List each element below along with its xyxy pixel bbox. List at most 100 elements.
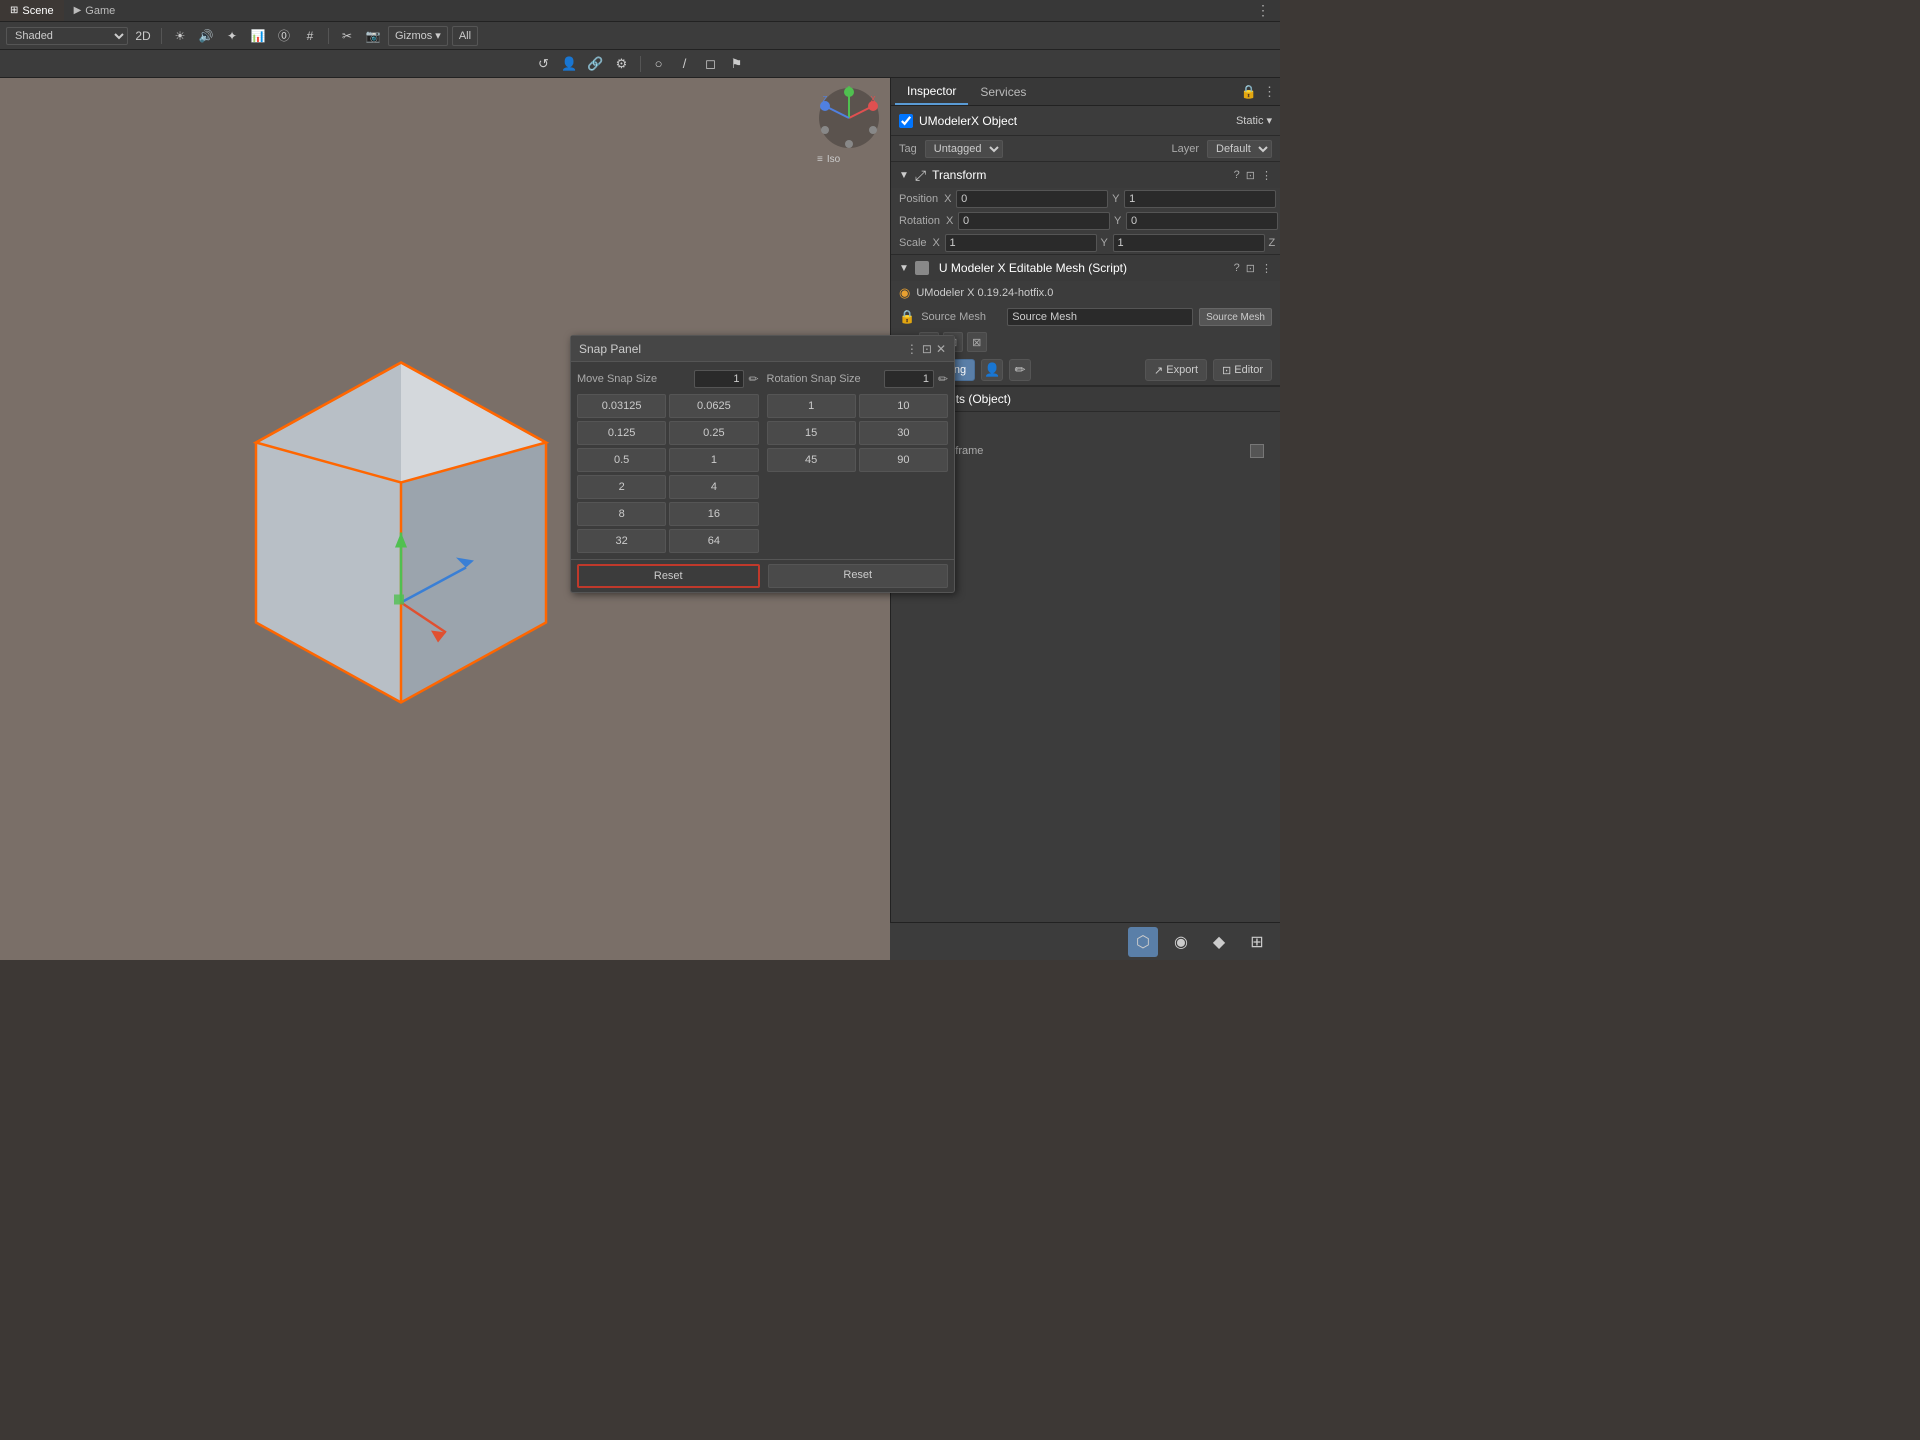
editor-btn[interactable]: ⊡ Editor [1213, 359, 1272, 381]
rot-val-3[interactable]: 30 [859, 421, 948, 445]
pos-y-input[interactable] [1124, 190, 1276, 208]
shading-select[interactable]: ShadedWireframeShaded Wireframe [6, 27, 128, 45]
audio-btn[interactable]: 🔊 [195, 26, 217, 46]
axis-gizmo[interactable]: X Y Z ≡ Iso [817, 86, 882, 165]
tab-scene-label: Scene [22, 5, 53, 17]
snap-reset-right-btn[interactable]: Reset [768, 564, 949, 588]
source-mesh-btn[interactable]: Source Mesh [1199, 308, 1272, 326]
snap-panel: Snap Panel ⋮ ⊡ ✕ Move Snap Size ✏ 0.0312… [570, 335, 955, 593]
tab-inspector[interactable]: Inspector [895, 78, 968, 105]
tab-services[interactable]: Services [968, 78, 1038, 105]
snap-body: Move Snap Size ✏ 0.03125 0.0625 0.125 0.… [571, 362, 954, 559]
source-mesh-field[interactable]: Source Mesh [1007, 308, 1193, 326]
circle-btn[interactable]: ○ [648, 54, 670, 74]
script-preset-btn[interactable]: ⊡ [1246, 262, 1255, 275]
tabs-menu-btn[interactable]: ⋮ [1252, 2, 1274, 19]
tab-game[interactable]: ▶ Game [64, 0, 126, 21]
snap-menu-btn[interactable]: ⋮ [906, 342, 918, 356]
static-dropdown[interactable]: Static ▾ [1236, 114, 1272, 127]
bb-grid-icon[interactable]: ⊞ [1242, 927, 1272, 957]
scale-x-input[interactable] [945, 234, 1097, 252]
svg-text:Y: Y [846, 86, 852, 92]
export-btn[interactable]: ↗ Export [1145, 359, 1207, 381]
pen-btn[interactable]: / [674, 54, 696, 74]
rot-y-input[interactable] [1126, 212, 1278, 230]
rot-val-4[interactable]: 45 [767, 448, 856, 472]
snap-maximize-btn[interactable]: ⊡ [922, 342, 932, 356]
tool-pen-btn[interactable]: ✏ [1009, 359, 1031, 381]
script-header[interactable]: ▼ U Modeler X Editable Mesh (Script) ? ⊡… [891, 255, 1280, 281]
move-val-5[interactable]: 1 [669, 448, 758, 472]
tab-scene[interactable]: ⊞ Scene [0, 0, 64, 21]
scene-tab-icon: ⊞ [10, 5, 18, 16]
layer-select[interactable]: Default [1207, 140, 1272, 158]
move-val-2[interactable]: 0.125 [577, 421, 666, 445]
tag-select[interactable]: Untagged [925, 140, 1003, 158]
move-val-6[interactable]: 2 [577, 475, 666, 499]
snap-panel-title: Snap Panel [579, 342, 906, 356]
rotation-edit-btn[interactable]: ✏ [938, 372, 948, 386]
transform-help-btn[interactable]: ? [1234, 169, 1240, 182]
flag-btn[interactable]: ⚑ [726, 54, 748, 74]
move-val-11[interactable]: 64 [669, 529, 758, 553]
pos-x-input[interactable] [956, 190, 1108, 208]
2d-toggle-btn[interactable]: 2D [132, 26, 154, 46]
inspector-lock-icon[interactable]: 🔒 [1241, 84, 1257, 100]
refresh-btn[interactable]: ↺ [533, 54, 555, 74]
hide-wireframe-checkbox[interactable] [1250, 444, 1264, 458]
transform-menu-btn[interactable]: ⋮ [1261, 169, 1272, 182]
tool-person-btn[interactable]: 👤 [981, 359, 1003, 381]
move-val-7[interactable]: 4 [669, 475, 758, 499]
bb-sphere-icon[interactable]: ◉ [1166, 927, 1196, 957]
move-edit-btn[interactable]: ✏ [748, 372, 758, 386]
move-val-9[interactable]: 16 [669, 502, 758, 526]
camera-btn[interactable]: 📷 [362, 26, 384, 46]
tab-game-label: Game [85, 5, 115, 17]
shape-btn[interactable]: ◻ [700, 54, 722, 74]
move-val-10[interactable]: 32 [577, 529, 666, 553]
gizmos-dropdown[interactable]: Gizmos ▾ [388, 26, 448, 46]
umodeler-toolbar: ↺ 👤 🔗 ⚙ ○ / ◻ ⚑ [0, 50, 1280, 78]
rot-val-5[interactable]: 90 [859, 448, 948, 472]
fx-btn[interactable]: ✦ [221, 26, 243, 46]
rot-x-input[interactable] [958, 212, 1110, 230]
move-size-input[interactable] [694, 370, 744, 388]
position-row: Position X Y Z [891, 188, 1280, 210]
rot-val-1[interactable]: 10 [859, 394, 948, 418]
bb-diamond-icon[interactable]: ◆ [1204, 927, 1234, 957]
snap-reset-left-btn[interactable]: Reset [577, 564, 760, 588]
move-btn[interactable]: ✂ [336, 26, 358, 46]
move-val-4[interactable]: 0.5 [577, 448, 666, 472]
grid-snap-btn[interactable]: # [299, 26, 321, 46]
scale-y-input[interactable] [1113, 234, 1265, 252]
move-val-1[interactable]: 0.0625 [669, 394, 758, 418]
all-dropdown[interactable]: All [452, 26, 478, 46]
rot-val-2[interactable]: 15 [767, 421, 856, 445]
scale-label: Scale [899, 237, 927, 249]
snap-close-btn[interactable]: ✕ [936, 342, 946, 356]
move-val-8[interactable]: 8 [577, 502, 666, 526]
bb-cube-icon[interactable]: ⬡ [1128, 927, 1158, 957]
snap-panel-header[interactable]: Snap Panel ⋮ ⊡ ✕ [571, 336, 954, 362]
transform-header[interactable]: ▼ ⤢ Transform ? ⊡ ⋮ [891, 162, 1280, 188]
rotation-row: Rotation X Y Z [891, 210, 1280, 232]
lighting-btn[interactable]: ☀ [169, 26, 191, 46]
rotation-size-input[interactable] [884, 370, 934, 388]
inspector-menu-icon[interactable]: ⋮ [1263, 84, 1276, 100]
stats-btn[interactable]: 📊 [247, 26, 269, 46]
gizmos-label: Gizmos [395, 30, 432, 42]
settings-btn[interactable]: ⚙ [611, 54, 633, 74]
move-val-0[interactable]: 0.03125 [577, 394, 666, 418]
version-row: ◉ UModeler X 0.19.24-hotfix.0 [891, 281, 1280, 305]
link-btn[interactable]: 🔗 [585, 54, 607, 74]
count-btn[interactable]: ⓪ [273, 26, 295, 46]
transform-preset-btn[interactable]: ⊡ [1246, 169, 1255, 182]
rot-val-0[interactable]: 1 [767, 394, 856, 418]
grid-view-3[interactable]: ⊠ [967, 332, 987, 352]
export-icon: ↗ [1154, 364, 1163, 377]
script-menu-btn[interactable]: ⋮ [1261, 262, 1272, 275]
move-val-3[interactable]: 0.25 [669, 421, 758, 445]
person-btn[interactable]: 👤 [559, 54, 581, 74]
script-help-btn[interactable]: ? [1234, 262, 1240, 275]
object-active-checkbox[interactable] [899, 114, 913, 128]
